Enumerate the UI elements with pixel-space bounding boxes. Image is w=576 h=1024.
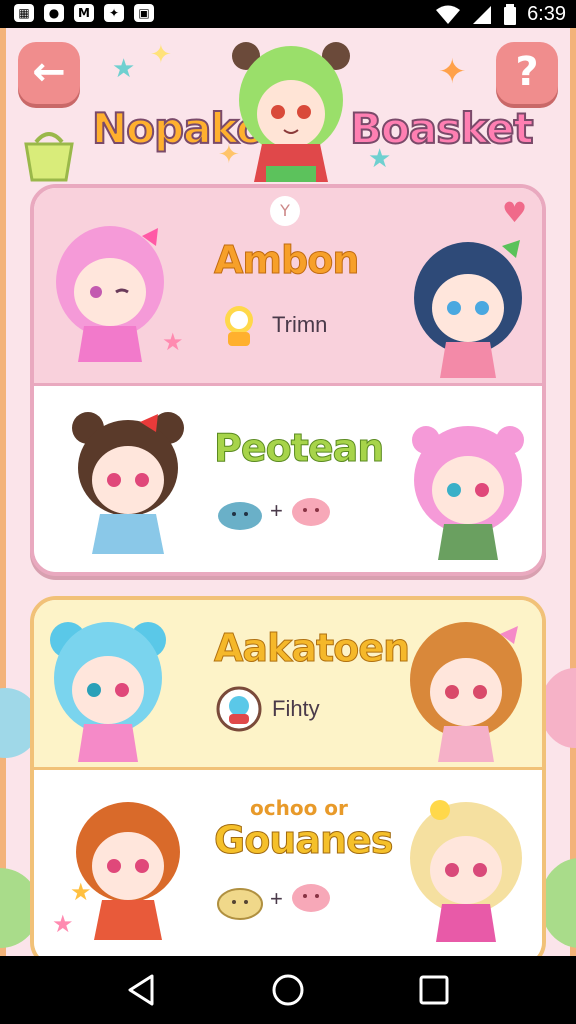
signal-icon: [473, 5, 492, 24]
blob-pink-icon: [292, 498, 330, 526]
photo-icon: ▣: [134, 4, 154, 22]
row-subtitle: Trimn: [272, 312, 328, 337]
blob-yellow-icon: [217, 888, 263, 920]
character-right-avatar: [410, 622, 522, 762]
row-title: Ambon: [213, 238, 359, 283]
status-bar: ▦ ● M ✦ ▣ 6:39: [0, 0, 576, 28]
sparkle-icon: ✦: [150, 40, 172, 70]
wifi-icon: [436, 5, 461, 24]
star-icon: ★: [52, 910, 74, 938]
left-border: [0, 28, 6, 956]
gallery-icon: ▦: [14, 4, 34, 22]
status-right-icons: 6:39: [435, 3, 566, 26]
top-badge-label: Y: [280, 201, 290, 220]
level-card-2: Aakatoen Fihty ★ ★ ochoo or Gouanes +: [30, 596, 546, 956]
nav-back-icon[interactable]: [124, 972, 160, 1008]
doll-icon: [225, 306, 253, 346]
mascot-character: [232, 42, 350, 182]
list-item[interactable]: ★ ★ ochoo or Gouanes +: [34, 770, 542, 956]
top-badge: Y: [270, 196, 300, 226]
character-left-avatar: [76, 802, 180, 940]
back-button[interactable]: ←: [18, 42, 80, 104]
back-arrow-icon: ←: [32, 49, 66, 95]
battery-icon: [504, 3, 517, 25]
game-icon: ✦: [104, 4, 124, 22]
nav-recents-icon[interactable]: [416, 972, 452, 1008]
mail-icon: M: [74, 4, 94, 22]
status-left-icons: ▦ ● M ✦ ▣: [14, 4, 154, 22]
sparkle-icon: ✦: [438, 52, 467, 92]
star-icon: ★: [70, 878, 92, 906]
drop-icon: ●: [44, 4, 64, 22]
blob-pink-icon: [292, 884, 330, 912]
sparkle-icon: ★: [112, 54, 136, 84]
right-border: [570, 28, 576, 956]
question-icon: ?: [515, 49, 539, 95]
blob-blue-icon: [218, 502, 262, 530]
app-screen: ← ? ★ ✦ ✦ ✦ ★ Nopako Boasket Y Ambon Tri…: [0, 28, 576, 956]
character-right-avatar: [414, 240, 522, 378]
heart-icon: ♥: [502, 196, 528, 229]
title-right: Boasket: [349, 103, 535, 154]
star-icon: ★: [162, 328, 184, 356]
list-item[interactable]: Peotean +: [34, 386, 542, 572]
row-title: Peotean: [213, 426, 384, 471]
status-time: 6:39: [527, 3, 566, 25]
character-right-avatar: [412, 426, 524, 560]
level-card-1: Y Ambon Trimn ♥ ★ Peotean +: [30, 184, 546, 576]
character-left-avatar: [50, 622, 166, 762]
character-left-avatar: [72, 412, 184, 554]
system-nav-bar: [0, 956, 576, 1024]
portrait-badge-icon: [216, 686, 262, 732]
help-button[interactable]: ?: [496, 42, 558, 104]
list-item[interactable]: Aakatoen Fihty: [34, 600, 542, 770]
character-left-avatar: [56, 226, 164, 362]
row-title: Aakatoen: [213, 626, 410, 671]
character-right-avatar: [410, 800, 522, 942]
row-subtitle: +: [270, 886, 283, 911]
row-title-top: ochoo or: [250, 796, 348, 820]
basket-icon: [24, 132, 74, 182]
row-subtitle: Fihty: [272, 696, 320, 721]
list-item[interactable]: Y Ambon Trimn ♥ ★: [34, 188, 542, 386]
nav-home-icon[interactable]: [270, 972, 306, 1008]
row-subtitle: +: [270, 498, 283, 523]
row-title: Gouanes: [213, 818, 393, 863]
